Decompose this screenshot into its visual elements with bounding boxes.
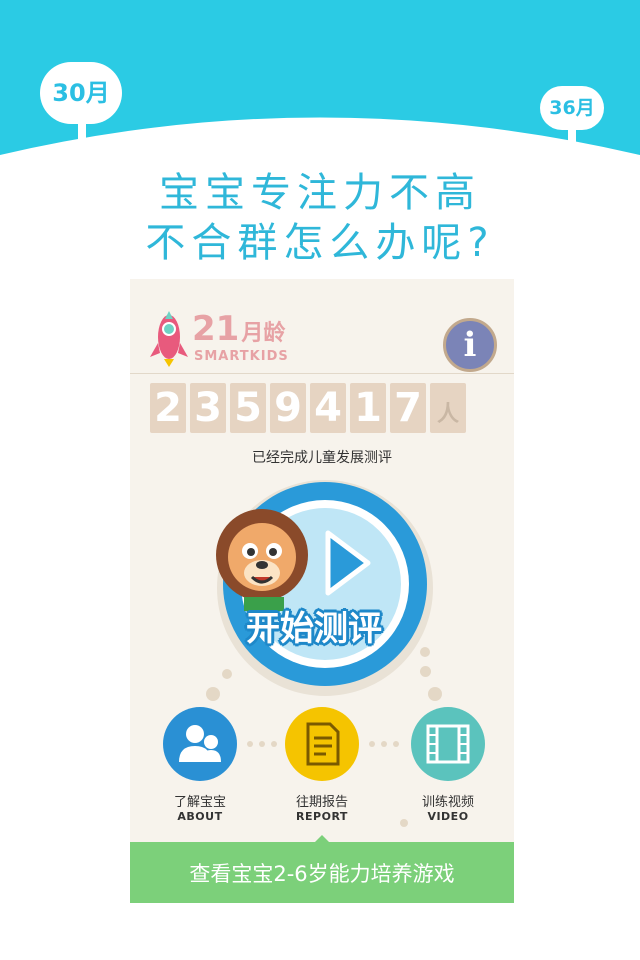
path-dot xyxy=(428,687,442,701)
header-divider xyxy=(130,373,514,374)
nav-report[interactable]: 往期报告 REPORT xyxy=(262,707,382,823)
film-icon xyxy=(411,707,485,781)
counter-digit: 9 xyxy=(270,383,306,433)
counter-digit: 7 xyxy=(390,383,426,433)
path-dot xyxy=(206,687,220,701)
rocket-icon xyxy=(150,311,188,367)
counter-digit: 5 xyxy=(230,383,266,433)
nav-video-label: 训练视频 xyxy=(421,795,474,810)
path-dot xyxy=(420,666,431,677)
counter-digit: 1 xyxy=(350,383,386,433)
nav-video[interactable]: 训练视频 VIDEO xyxy=(388,707,508,823)
nav-report-label: 往期报告 xyxy=(295,795,348,810)
counter-caption: 已经完成儿童发展测评 xyxy=(252,450,392,466)
nav-report-sub: REPORT xyxy=(296,810,348,823)
games-button[interactable]: 查看宝宝2-6岁能力培养游戏 xyxy=(130,842,514,903)
counter-digit: 2 xyxy=(150,383,186,433)
counter-unit: 人 xyxy=(430,383,466,433)
people-icon xyxy=(163,707,237,781)
app-screen: 21月龄 SMARTKIDS i 2 3 5 9 4 1 7 人 已经完成儿童发… xyxy=(130,279,514,903)
info-icon[interactable]: i xyxy=(443,318,497,372)
nav-about[interactable]: 了解宝宝 ABOUT xyxy=(140,707,260,823)
month-pin-left xyxy=(78,120,86,150)
nav-about-label: 了解宝宝 xyxy=(173,795,226,810)
document-icon xyxy=(285,707,359,781)
counter-digit: 3 xyxy=(190,383,226,433)
test-counter: 2 3 5 9 4 1 7 人 xyxy=(150,383,466,433)
brand-name: SMARTKIDS xyxy=(194,349,289,364)
counter-digit: 4 xyxy=(310,383,346,433)
age-title: 21月龄 xyxy=(192,309,286,349)
nav-about-sub: ABOUT xyxy=(177,810,223,823)
month-badge-36[interactable]: 36月 xyxy=(540,86,604,130)
path-dot xyxy=(420,647,430,657)
lion-mascot-icon xyxy=(216,509,308,611)
headline-line-2: 不合群怎么办呢? xyxy=(145,220,495,266)
month-badge-30[interactable]: 30月 xyxy=(40,62,122,124)
start-test-label[interactable]: 开始测评 xyxy=(214,601,414,650)
nav-video-sub: VIDEO xyxy=(427,810,469,823)
path-dot xyxy=(222,669,232,679)
